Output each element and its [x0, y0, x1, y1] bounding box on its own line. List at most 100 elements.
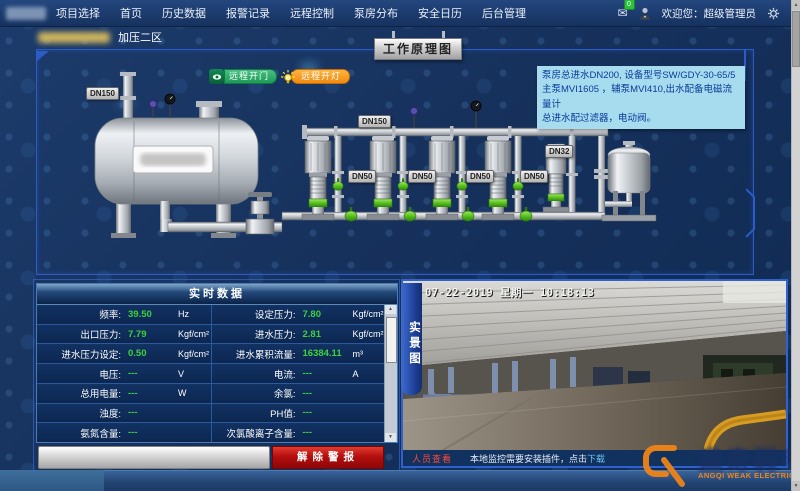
pipe-tag-header: DN150: [358, 115, 391, 128]
param-value: ---: [296, 388, 353, 399]
inlet-pipe: [120, 72, 136, 121]
scroll-up-icon[interactable]: ▲: [385, 305, 396, 314]
camera-footer-bar: 人员查看 本地监控需要安装插件，点击 下载: [403, 450, 786, 466]
nav-item-project[interactable]: 项目选择: [46, 5, 110, 21]
bulb-icon: [281, 70, 295, 84]
param-value: 7.80: [296, 309, 353, 320]
param-label: 浊度:: [37, 406, 121, 420]
table-row: 进水压力设定:0.50Kgf/cm² 进水累积流量:16384.11m³: [37, 344, 385, 364]
door-eye-icon: [209, 69, 224, 84]
site-name-redacted: [38, 32, 110, 43]
param-label: 设定压力:: [212, 307, 296, 321]
scroll-down-icon[interactable]: ▼: [385, 433, 396, 442]
table-scrollbar[interactable]: ▲ ▼: [384, 305, 397, 442]
table-row: 频率:39.50Hz 设定压力:7.80Kgf/cm²: [37, 305, 385, 325]
param-value: ---: [296, 427, 353, 438]
realtime-title: 实时数据: [37, 284, 397, 305]
nav-item-home[interactable]: 首页: [110, 5, 152, 21]
avatar[interactable]: [639, 7, 651, 20]
param-unit: Kgf/cm²: [178, 349, 211, 359]
realtime-data-panel: 实时数据 频率:39.50Hz 设定压力:7.80Kgf/cm² 出口压力:7.…: [36, 283, 398, 443]
param-label: 出口压力:: [37, 327, 121, 341]
live-view-tab[interactable]: 实景图: [401, 283, 422, 395]
info-line: 主泵MVI1605 ，辅泵MVI410,出水配备电磁流量计: [542, 83, 740, 112]
remote-light-button[interactable]: 远程开灯: [281, 69, 350, 84]
app-logo: [6, 7, 46, 20]
scroll-down-icon[interactable]: ▼: [792, 481, 800, 491]
zone-title: 加压二区: [118, 29, 162, 45]
plugin-notice-text: 本地监控需要安装插件，点击: [470, 452, 587, 465]
equipment-info-box: 泵房总进水DN200, 设备型号SW/GDY-30-65/5 主泵MVI1605…: [537, 66, 745, 129]
table-row: 电压:---V 电流:---A: [37, 364, 385, 384]
pipe-tag-pump4: DN50: [520, 170, 548, 183]
principle-diagram-button[interactable]: 工作原理图: [374, 38, 462, 60]
pipe-tag-pump2: DN50: [408, 170, 436, 183]
info-line: 泵房总进水DN200, 设备型号SW/GDY-30-65/5: [542, 69, 740, 83]
scrollbar-thumb[interactable]: [386, 317, 397, 363]
nav-right-cluster: ✉ 0 欢迎您：超级管理员: [617, 6, 792, 21]
pipe-tag-inlet: DN150: [86, 87, 119, 100]
param-unit: W: [178, 388, 211, 398]
table-row: 浊度:--- PH值:---: [37, 404, 385, 424]
page-scrollbar[interactable]: ▲ ▼: [791, 0, 800, 491]
remote-open-door-button[interactable]: 远程开门: [209, 69, 277, 84]
alarm-input[interactable]: [38, 446, 270, 469]
param-value: ---: [296, 368, 353, 379]
info-line: 总进水配过滤器，电动阀。: [542, 112, 740, 126]
param-value: ---: [121, 427, 178, 438]
nav-item-remote-control[interactable]: 远程控制: [280, 5, 344, 21]
plugin-download-link[interactable]: 下载: [587, 452, 605, 465]
param-value: ---: [296, 407, 353, 418]
nav-item-pump-rooms[interactable]: 泵房分布: [344, 5, 408, 21]
nav-item-admin[interactable]: 后台管理: [472, 5, 536, 21]
nav-item-calendar[interactable]: 安全日历: [408, 5, 472, 21]
param-label: 电流:: [212, 367, 296, 381]
param-value: 2.81: [296, 329, 353, 340]
param-unit: V: [178, 369, 211, 379]
nav-item-alarm-records[interactable]: 报警记录: [216, 5, 280, 21]
scroll-up-icon[interactable]: ▲: [792, 0, 800, 10]
param-value: ---: [121, 407, 178, 418]
nav-item-history[interactable]: 历史数据: [152, 5, 216, 21]
camera-feed-image: 07-22-2019 星期一 10:18:13: [403, 281, 786, 450]
scrollbar-thumb[interactable]: [792, 11, 800, 67]
remote-door-label: 远程开门: [224, 69, 277, 84]
table-row: 出口压力:7.79Kgf/cm² 进水压力:2.81Kgf/cm²: [37, 325, 385, 345]
table-row: 总用电量:---W 余氯:---: [37, 384, 385, 404]
header-gauges: [411, 101, 482, 128]
pipe-tag-aux: DN32: [545, 145, 573, 158]
pipe-tag-pump1: DN50: [348, 170, 376, 183]
table-row: 氨氮含量:--- 次氯酸离子含量:---: [37, 423, 385, 442]
mail-count-badge: 0: [624, 0, 635, 10]
remote-light-label: 远程开灯: [291, 69, 350, 84]
settings-icon[interactable]: [767, 7, 780, 20]
param-unit: Kgf/cm²: [353, 309, 386, 319]
param-label: 余氯:: [212, 386, 296, 400]
param-label: 次氯酸离子含量:: [212, 426, 296, 440]
param-unit: m³: [353, 349, 386, 359]
param-label: 进水累积流量:: [212, 347, 296, 361]
scada-app: 项目选择 首页 历史数据 报警记录 远程控制 泵房分布 安全日历 后台管理 ✉ …: [0, 0, 800, 491]
param-label: 总用电量:: [37, 386, 121, 400]
realtime-table: 频率:39.50Hz 设定压力:7.80Kgf/cm² 出口压力:7.79Kgf…: [37, 305, 385, 442]
pressure-tank: [95, 94, 258, 238]
param-label: PH值:: [212, 406, 296, 420]
footer-bar: [0, 470, 792, 491]
mail-icon[interactable]: ✉ 0: [617, 6, 627, 20]
param-unit: Kgf/cm²: [178, 329, 211, 339]
param-unit: Hz: [178, 309, 211, 319]
param-unit: A: [353, 369, 386, 379]
param-label: 进水压力设定:: [37, 347, 121, 361]
param-label: 进水压力:: [212, 327, 296, 341]
param-label: 频率:: [37, 307, 121, 321]
param-value: ---: [121, 388, 178, 399]
camera-panel: 07-22-2019 星期一 10:18:13 实景图 人员查看 本地监控需要安…: [401, 279, 788, 468]
param-value: 0.50: [121, 348, 178, 359]
param-value: 39.50: [121, 309, 178, 320]
clear-alarm-button[interactable]: 解除警报: [272, 446, 384, 469]
param-unit: Kgf/cm²: [353, 329, 386, 339]
welcome-text: 欢迎您：超级管理员: [662, 6, 757, 21]
camera-timestamp: 07-22-2019 星期一 10:18:13: [425, 285, 594, 300]
navbar: 项目选择 首页 历史数据 报警记录 远程控制 泵房分布 安全日历 后台管理 ✉ …: [0, 0, 792, 27]
param-value: 7.79: [121, 329, 178, 340]
